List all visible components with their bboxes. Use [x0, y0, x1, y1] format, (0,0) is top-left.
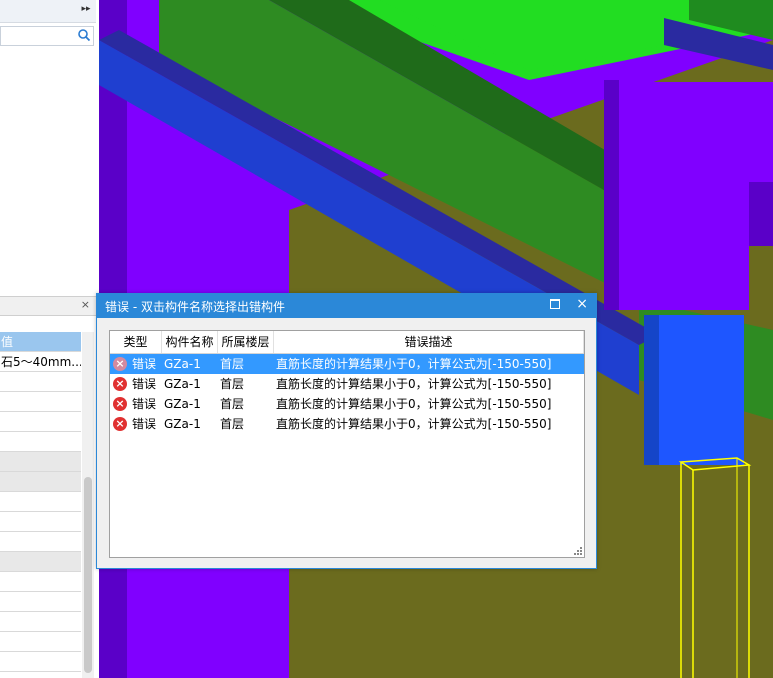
cell-component-name[interactable]: GZa-1: [162, 374, 218, 394]
error-type-label: 错误: [132, 417, 157, 431]
property-row[interactable]: [0, 412, 81, 432]
table-header: 类型 构件名称 所属楼层 错误描述: [110, 331, 584, 354]
property-column-header: 值: [0, 332, 81, 352]
cell-floor: 首层: [220, 397, 245, 411]
dialog-titlebar[interactable]: 错误 - 双击构件名称选择出错构件 ×: [97, 294, 596, 318]
component-tree[interactable]: [0, 47, 96, 292]
error-icon: ×: [113, 417, 127, 431]
cell-component-name[interactable]: GZa-1: [162, 354, 218, 374]
left-panel: ▸▸ × 值石5～40mm...: [0, 0, 100, 678]
column-header-description[interactable]: 错误描述: [274, 331, 584, 353]
error-icon: ×: [113, 397, 127, 411]
column-header-name[interactable]: 构件名称: [162, 331, 218, 353]
property-row[interactable]: 石5～40mm...: [0, 352, 81, 372]
resize-grip-icon[interactable]: [574, 547, 582, 555]
cell-description: 直筋长度的计算结果小于0，计算公式为[-150-550]: [276, 377, 552, 391]
close-icon[interactable]: ×: [576, 297, 588, 311]
search-input[interactable]: [1, 27, 75, 45]
table-row[interactable]: × 错误 GZa-1 首层 直筋长度的计算结果小于0，计算公式为[-150-550]: [110, 394, 584, 414]
table-row[interactable]: × 错误 GZa-1 首层 直筋长度的计算结果小于0，计算公式为[-150-550]: [110, 414, 584, 434]
search-icon[interactable]: [77, 28, 91, 42]
close-icon[interactable]: ×: [81, 298, 90, 311]
collapse-panel-icon[interactable]: ▸▸: [80, 3, 92, 15]
error-dialog[interactable]: 错误 - 双击构件名称选择出错构件 × 类型 构件名称 所属楼层 错误描述 × 错…: [96, 293, 597, 569]
cell-floor: 首层: [220, 357, 245, 371]
error-type-label: 错误: [132, 357, 157, 371]
search-field[interactable]: [0, 26, 94, 46]
properties-scrollbar[interactable]: [82, 332, 94, 678]
scrollbar-thumb[interactable]: [84, 477, 92, 673]
maximize-icon[interactable]: [550, 299, 560, 309]
table-row[interactable]: × 错误 GZa-1 首层 直筋长度的计算结果小于0，计算公式为[-150-550]: [110, 374, 584, 394]
property-row[interactable]: [0, 632, 81, 652]
column-header-type[interactable]: 类型: [110, 331, 162, 353]
cell-floor: 首层: [220, 377, 245, 391]
property-row[interactable]: [0, 472, 81, 492]
table-body: × 错误 GZa-1 首层 直筋长度的计算结果小于0，计算公式为[-150-550] × 错…: [110, 354, 584, 434]
property-row[interactable]: [0, 372, 81, 392]
property-row[interactable]: [0, 492, 81, 512]
property-row[interactable]: [0, 532, 81, 552]
error-type-label: 错误: [132, 397, 157, 411]
property-row[interactable]: [0, 452, 81, 472]
property-row[interactable]: [0, 572, 81, 592]
properties-table: 值石5～40mm...: [0, 332, 81, 672]
error-type-label: 错误: [132, 377, 157, 391]
properties-panel-header: ×: [0, 296, 96, 316]
cell-component-name[interactable]: GZa-1: [162, 414, 218, 434]
panel-toolbar: ▸▸: [0, 0, 96, 23]
dialog-title: 错误 - 双击构件名称选择出错构件: [105, 300, 285, 314]
property-row[interactable]: [0, 392, 81, 412]
table-row[interactable]: × 错误 GZa-1 首层 直筋长度的计算结果小于0，计算公式为[-150-550]: [110, 354, 584, 374]
cell-type: × 错误: [110, 414, 162, 434]
error-icon: ×: [113, 377, 127, 391]
cell-description: 直筋长度的计算结果小于0，计算公式为[-150-550]: [276, 417, 552, 431]
cell-type: × 错误: [110, 394, 162, 414]
error-list-table[interactable]: 类型 构件名称 所属楼层 错误描述 × 错误 GZa-1 首层 直筋长度的计算结果小于0…: [109, 330, 585, 558]
cell-component-name[interactable]: GZa-1: [162, 394, 218, 414]
error-icon: ×: [113, 357, 127, 371]
cell-type: × 错误: [110, 354, 162, 374]
cell-floor: 首层: [220, 417, 245, 431]
property-row[interactable]: [0, 652, 81, 672]
property-row[interactable]: [0, 612, 81, 632]
property-row[interactable]: [0, 432, 81, 452]
column-header-floor[interactable]: 所属楼层: [218, 331, 274, 353]
property-row[interactable]: [0, 592, 81, 612]
cell-description: 直筋长度的计算结果小于0，计算公式为[-150-550]: [276, 357, 552, 371]
cell-type: × 错误: [110, 374, 162, 394]
property-row[interactable]: [0, 512, 81, 532]
property-row[interactable]: [0, 552, 81, 572]
cell-description: 直筋长度的计算结果小于0，计算公式为[-150-550]: [276, 397, 552, 411]
